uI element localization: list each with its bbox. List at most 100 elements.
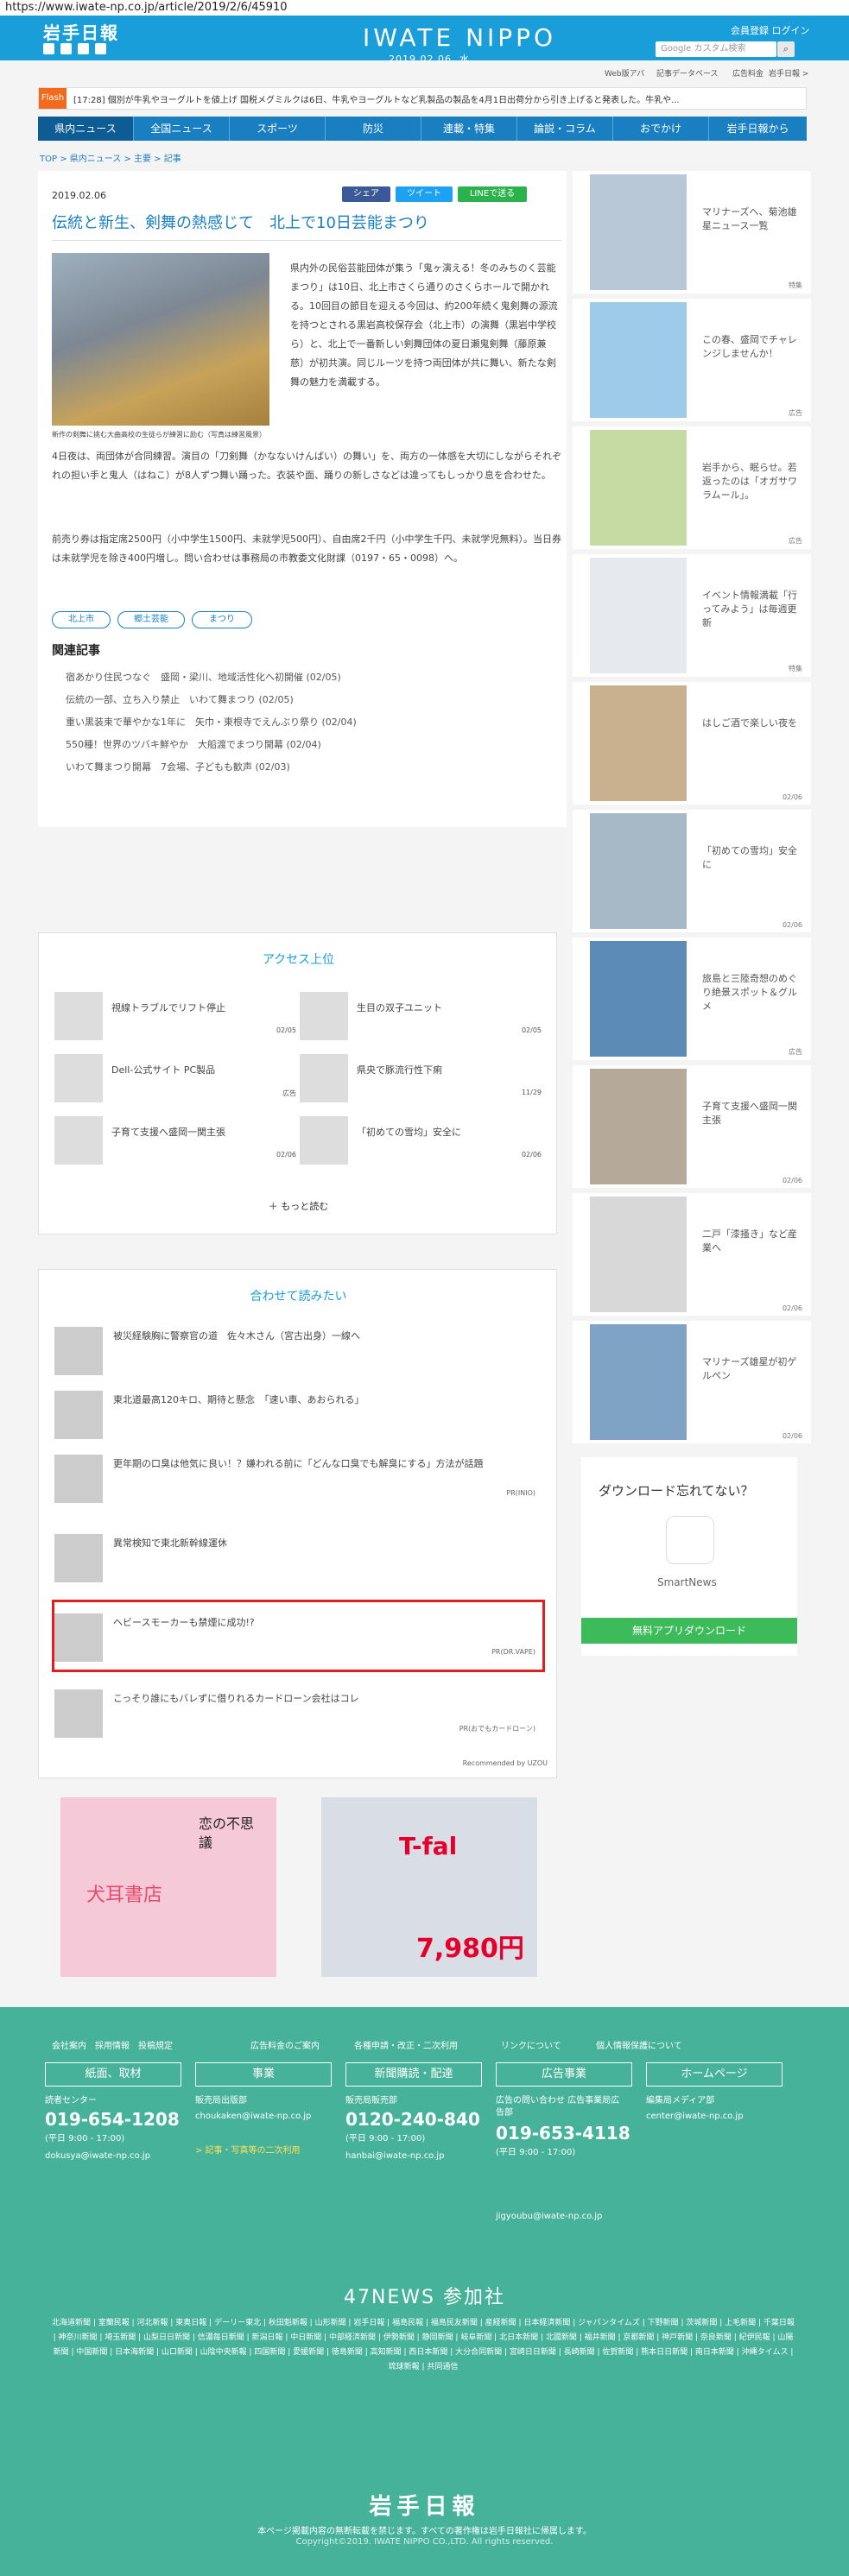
- sidebar-card[interactable]: マリナーズ雄星が初ゲルペン 02/06: [573, 1321, 811, 1443]
- search-input[interactable]: Google カスタム検索: [656, 41, 776, 57]
- thumbnail: [300, 1116, 348, 1165]
- thumbnail: [54, 1116, 103, 1165]
- footer-heading[interactable]: 広告事業: [496, 2062, 632, 2087]
- ranking-item[interactable]: Dell-公式サイト PC製品 広告: [54, 1054, 296, 1106]
- thumbnail: [54, 1455, 103, 1503]
- nav-item[interactable]: スポーツ: [230, 117, 326, 141]
- subnav-item[interactable]: 広告料金: [732, 67, 763, 79]
- related-link[interactable]: 重い黒装束で華やかな1年に 矢巾・東根寺でえんぶり祭り (02/04): [66, 715, 357, 729]
- ad-banner[interactable]: T-fal 7,980円: [321, 1797, 537, 1977]
- footer-link[interactable]: 採用情報: [95, 2038, 130, 2051]
- nav-item[interactable]: 論説・コラム: [517, 117, 613, 141]
- sidebar-card[interactable]: 「初めての雪均」安全に 02/06: [573, 810, 811, 932]
- sidebar-card[interactable]: はしご酒で楽しい夜を 02/06: [573, 682, 811, 805]
- email-link[interactable]: center@iwate-np.co.jp: [646, 2111, 744, 2123]
- recommended-item[interactable]: 更年期の口臭は他気に良い！？嫌われる前に「どんな口臭でも解臭にする」方法が話題 P…: [54, 1449, 542, 1505]
- related-link[interactable]: 宿あかり住民つなぐ 盛岡・梁川、地域活性化へ初開催 (02/05): [66, 670, 341, 684]
- nav-item[interactable]: 岩手日報から: [709, 117, 807, 141]
- thumbnail: [54, 1054, 103, 1102]
- ranking-item[interactable]: 「初めての雪均」安全に 02/06: [300, 1116, 542, 1168]
- phone-number[interactable]: 019-653-4118: [496, 2123, 630, 2144]
- recommended-item[interactable]: 被災経験胸に警察官の道 佐々木さん（宮古出身）一線へ: [54, 1322, 542, 1377]
- line-share-button[interactable]: LINEで送る: [458, 186, 527, 202]
- instagram-icon[interactable]: [95, 43, 106, 54]
- footer-link[interactable]: > 記事・写真等の二次利用: [195, 2145, 301, 2157]
- flash-bar[interactable]: Flash [17:28] 個別が牛乳やヨーグルトを値上げ 国税メグミルクは6日…: [38, 87, 807, 110]
- thumbnail: [590, 430, 687, 546]
- footer-link[interactable]: 個人情報保護について: [596, 2038, 682, 2051]
- twitter-icon[interactable]: [43, 43, 54, 54]
- recommended-item[interactable]: ヘビースモーカーも禁煙に成功!? PR(DR.VAPE): [54, 1608, 542, 1664]
- email-link[interactable]: choukaken@iwate-np.co.jp: [195, 2111, 311, 2123]
- recommended-item[interactable]: 東北道最高120キロ、期待と懸念 「速い車、あおられる」: [54, 1386, 542, 1441]
- copyright: Copyright©2019. IWATE NIPPO CO.,LTD. All…: [295, 2537, 554, 2547]
- footer-link[interactable]: 各種申請・改正・二次利用: [354, 2038, 458, 2051]
- article-paragraph: 前売り券は指定席2500円（小中学生1500円、未就学児500円）、自由席2千円…: [52, 534, 561, 564]
- related-link[interactable]: 550種！世界のツバキ鮮やか 大船渡でまつり開幕 (02/04): [66, 737, 321, 751]
- email-link[interactable]: hanbai@iwate-np.co.jp: [345, 2150, 444, 2162]
- related-link[interactable]: 伝統の一部、立ち入り禁止 いわて舞まつり (02/05): [66, 692, 294, 706]
- sidebar-card[interactable]: 岩手から、眠らせ。若返ったのは「オガサワラムール」。 広告: [573, 426, 811, 549]
- footer-heading[interactable]: ホームページ: [646, 2062, 782, 2087]
- ad-banner[interactable]: 犬耳書店 恋の不思議: [60, 1797, 276, 1977]
- breadcrumb[interactable]: TOP > 県内ニュース > 主要 > 記事: [40, 151, 181, 164]
- member-links[interactable]: 北海道新聞 | 室蘭民報 | 河北新報 | 東奥日報 | デーリー東北 | 秋田…: [52, 2316, 795, 2375]
- download-button[interactable]: 無料アプリダウンロード: [581, 1618, 797, 1644]
- account-links[interactable]: 会員登録 ログイン: [731, 23, 810, 37]
- subnav-item[interactable]: Web版アバ: [605, 67, 644, 79]
- email-link[interactable]: dokusya@iwate-np.co.jp: [45, 2150, 150, 2162]
- phone-number[interactable]: 0120-240-840: [345, 2109, 480, 2130]
- nav-item[interactable]: 全国ニュース: [134, 117, 230, 141]
- url-bar[interactable]: https://www.iwate-np.co.jp/article/2019/…: [0, 0, 849, 16]
- footer-link[interactable]: 投稿規定: [138, 2038, 173, 2051]
- subnav-item[interactable]: 記事データベース: [656, 67, 719, 79]
- footer-link[interactable]: リンクについて: [501, 2038, 561, 2051]
- facebook-icon[interactable]: [60, 43, 72, 54]
- sidebar-card[interactable]: 旅島と三陸奇想のめぐり絶景スポット＆グルメ 広告: [573, 938, 811, 1060]
- sidebar-card[interactable]: 子育て支援へ盛岡一関主張 02/06: [573, 1065, 811, 1188]
- sidebar-card[interactable]: 二戸「漆搔き」など産業へ 02/06: [573, 1193, 811, 1316]
- subnav-item[interactable]: 岩手日報 >: [769, 67, 808, 79]
- smartnews-icon: [666, 1516, 714, 1564]
- sidebar-card[interactable]: この春、盛岡でチャレンジしませんか！ 広告: [573, 299, 811, 421]
- footer-heading[interactable]: 新聞購読・配達: [345, 2062, 482, 2087]
- footer-link[interactable]: 広告料金のご案内: [250, 2038, 320, 2051]
- ranking-item[interactable]: 子育て支援へ盛岡一関主張 02/06: [54, 1116, 296, 1168]
- flash-text[interactable]: [17:28] 個別が牛乳やヨーグルトを値上げ 国税メグミルクは6日、牛乳やヨー…: [73, 92, 799, 105]
- nav-item[interactable]: 連載・特集: [421, 117, 517, 141]
- facebook-share-button[interactable]: シェア: [342, 186, 390, 202]
- thumbnail: [300, 992, 348, 1040]
- ranking-item[interactable]: 県央で豚流行性下痢 11/29: [300, 1054, 542, 1106]
- youtube-icon[interactable]: [78, 43, 89, 54]
- email-link[interactable]: jigyoubu@iwate-np.co.jp: [496, 2211, 602, 2223]
- more-button[interactable]: ＋ もっと読む: [39, 1199, 558, 1213]
- article-paragraph: 4日夜は、両団体が合同練習。演目の「刀剣舞（かなないけんばい）の舞い」を、両方の…: [52, 451, 561, 481]
- tag[interactable]: まつり: [192, 611, 252, 628]
- ranking-item[interactable]: 生目の双子ユニット 02/05: [300, 992, 542, 1044]
- recommended-item[interactable]: こっそり誰にもバレずに借りれるカードローン会社はコレ PR(おでもカードローン): [54, 1684, 542, 1739]
- nav-item[interactable]: おでかけ: [613, 117, 709, 141]
- brand-title[interactable]: IWATE NIPPO: [363, 23, 556, 52]
- recommended-item[interactable]: 異常検知で東北新幹線運休: [54, 1529, 542, 1584]
- ranking-item[interactable]: 視線トラブルでリフト停止 02/05: [54, 992, 296, 1044]
- article-photo[interactable]: [52, 253, 269, 426]
- sidebar-card[interactable]: マリナーズへ、菊池雄星ニュース一覧 特集: [573, 171, 811, 294]
- powered-by[interactable]: Recommended by UZOU: [463, 1759, 548, 1767]
- nav-item[interactable]: 県内ニュース: [38, 117, 134, 141]
- search-icon[interactable]: ⌕: [777, 41, 795, 57]
- footer-logo[interactable]: 岩手日報: [0, 2489, 849, 2521]
- smartnews-ad[interactable]: ダウンロード忘れてない？ SmartNews 無料アプリダウンロード: [581, 1457, 797, 1656]
- site-logo[interactable]: 岩手日報: [43, 19, 119, 44]
- tag[interactable]: 郷土芸能: [117, 611, 185, 628]
- thumbnail: [590, 685, 687, 801]
- nav-item[interactable]: 防災: [326, 117, 421, 141]
- tweet-button[interactable]: ツイート: [396, 186, 453, 202]
- tag[interactable]: 北上市: [52, 611, 111, 628]
- thumbnail: [590, 1069, 687, 1184]
- footer-heading[interactable]: 紙面、取材: [45, 2062, 181, 2087]
- phone-number[interactable]: 019-654-1208: [45, 2109, 180, 2130]
- footer-heading[interactable]: 事業: [195, 2062, 332, 2087]
- sidebar-card[interactable]: イベント情報満載「行ってみよう」は毎週更新 特集: [573, 554, 811, 677]
- footer-link[interactable]: 会社案内: [52, 2038, 86, 2051]
- related-link[interactable]: いわて舞まつり開幕 7会場、子どもも歓声 (02/03): [66, 760, 290, 773]
